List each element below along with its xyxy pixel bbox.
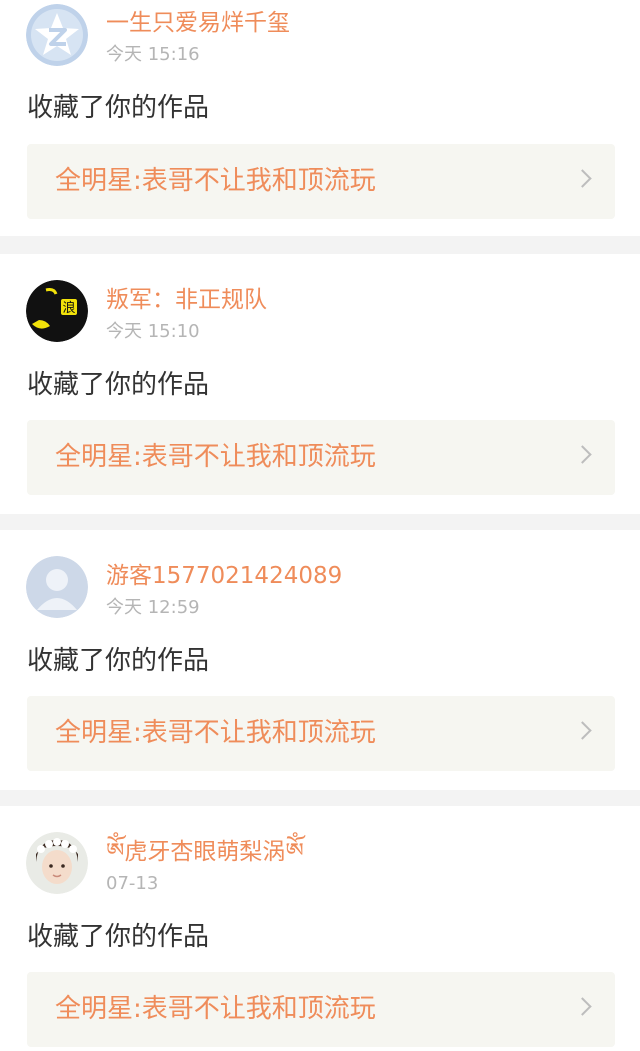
- username[interactable]: 游客1577021424089: [106, 562, 342, 590]
- avatar-letter: 浪: [62, 301, 75, 316]
- username[interactable]: 一生只爱易烊千玺: [106, 9, 290, 37]
- notification-feed: 一生只爱易烊千玺 今天 15:16 收藏了你的作品 全明星:表哥不让我和顶流玩 …: [0, 0, 640, 1051]
- work-title: 全明星:表哥不让我和顶流玩: [55, 442, 376, 472]
- photo-avatar-icon: [26, 832, 88, 894]
- work-title: 全明星:表哥不让我和顶流玩: [55, 994, 376, 1024]
- work-link[interactable]: 全明星:表哥不让我和顶流玩: [27, 144, 615, 219]
- username[interactable]: ༀ虎牙杏眼萌梨涡ༀ: [106, 838, 304, 866]
- notification-card: 一生只爱易烊千玺 今天 15:16 收藏了你的作品 全明星:表哥不让我和顶流玩: [0, 0, 640, 236]
- avatar[interactable]: [26, 832, 88, 894]
- avatar[interactable]: [26, 556, 88, 618]
- default-person-icon: [26, 556, 88, 618]
- notification-card: ༀ虎牙杏眼萌梨涡ༀ 07-13 收藏了你的作品 全明星:表哥不让我和顶流玩: [0, 806, 640, 1051]
- notification-card: 浪 叛军：非正规队 今天 15:10 收藏了你的作品 全明星:表哥不让我和顶流玩: [0, 254, 640, 514]
- timestamp: 07-13: [106, 873, 159, 894]
- timestamp: 今天 12:59: [106, 597, 200, 618]
- timestamp: 今天 15:10: [106, 321, 200, 342]
- work-title: 全明星:表哥不让我和顶流玩: [55, 718, 376, 748]
- avatar[interactable]: [26, 4, 88, 66]
- dark-avatar-icon: 浪: [26, 280, 88, 342]
- action-text: 收藏了你的作品: [27, 922, 210, 952]
- username[interactable]: 叛军：非正规队: [106, 286, 267, 314]
- chevron-right-icon: [573, 169, 592, 188]
- chevron-right-icon: [573, 997, 592, 1016]
- chevron-right-icon: [573, 445, 592, 464]
- notification-card: 游客1577021424089 今天 12:59 收藏了你的作品 全明星:表哥不…: [0, 530, 640, 790]
- work-link[interactable]: 全明星:表哥不让我和顶流玩: [27, 420, 615, 495]
- qzone-logo-icon: [26, 4, 88, 66]
- action-text: 收藏了你的作品: [27, 93, 210, 123]
- avatar[interactable]: 浪: [26, 280, 88, 342]
- work-title: 全明星:表哥不让我和顶流玩: [55, 166, 376, 196]
- action-text: 收藏了你的作品: [27, 646, 210, 676]
- timestamp: 今天 15:16: [106, 44, 200, 65]
- chevron-right-icon: [573, 721, 592, 740]
- work-link[interactable]: 全明星:表哥不让我和顶流玩: [27, 972, 615, 1047]
- action-text: 收藏了你的作品: [27, 370, 210, 400]
- work-link[interactable]: 全明星:表哥不让我和顶流玩: [27, 696, 615, 771]
